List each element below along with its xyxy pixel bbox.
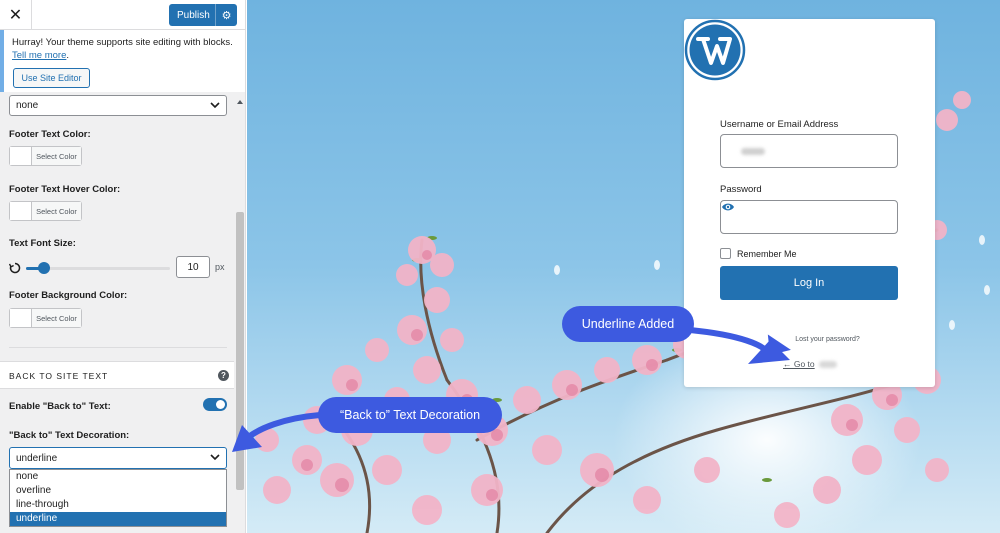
font-size-label: Text Font Size:: [9, 238, 76, 249]
decoration-option-line-through[interactable]: line-through: [10, 498, 226, 512]
footer-text-color-label: Footer Text Color:: [9, 129, 91, 140]
login-card: Username or Email Address Password Remem…: [684, 19, 935, 387]
remember-me-checkbox[interactable]: [720, 248, 731, 259]
select-color-label: Select Color: [32, 309, 81, 327]
decoration-select-value: underline: [16, 452, 58, 464]
decoration-select[interactable]: underline: [9, 447, 227, 469]
color-swatch: [10, 309, 32, 327]
username-input[interactable]: [720, 134, 898, 168]
footer-text-color-button[interactable]: Select Color: [9, 146, 82, 166]
top-select-value: none: [16, 100, 39, 111]
username-label: Username or Email Address: [720, 119, 839, 130]
site-editing-notice: Hurray! Your theme supports site editing…: [0, 30, 245, 92]
blurred-username: [741, 148, 765, 155]
chevron-down-icon: [210, 102, 220, 109]
customizer-sidebar: ✕ Publish ⚙ Hurray! Your theme supports …: [0, 0, 246, 533]
top-select[interactable]: none: [9, 95, 227, 116]
enable-back-to-toggle[interactable]: [203, 398, 227, 411]
footer-background-color-button[interactable]: Select Color: [9, 308, 82, 328]
remember-me-label: Remember Me: [737, 249, 797, 259]
enable-back-to-label: Enable "Back to" Text:: [9, 401, 111, 412]
footer-background-color-label: Footer Background Color:: [9, 290, 128, 301]
font-size-slider-thumb[interactable]: [38, 262, 51, 274]
reset-icon[interactable]: [9, 262, 21, 274]
close-icon[interactable]: ✕: [0, 0, 32, 30]
customizer-screen: ✕ Publish ⚙ Hurray! Your theme supports …: [0, 0, 1000, 533]
password-input[interactable]: [720, 200, 898, 234]
publish-button[interactable]: Publish ⚙: [169, 4, 237, 26]
decoration-dropdown-list: none overline line-through underline: [9, 469, 227, 527]
toggle-knob: [216, 400, 225, 409]
back-to-site-section-header: BACK TO SITE TEXT ?: [0, 361, 234, 389]
notice-link-suffix: .: [66, 50, 70, 61]
section-title: BACK TO SITE TEXT: [9, 371, 109, 381]
color-swatch: [10, 147, 32, 165]
sidebar-scroll-thumb[interactable]: [236, 212, 244, 490]
select-color-label: Select Color: [32, 202, 81, 220]
underline-added-callout: Underline Added: [562, 306, 694, 342]
notice-text: Hurray! Your theme supports site editing…: [12, 37, 233, 48]
decoration-callout: “Back to” Text Decoration: [318, 397, 502, 433]
decoration-option-none[interactable]: none: [10, 470, 226, 484]
customizer-topbar: ✕ Publish ⚙: [0, 0, 245, 30]
footer-text-hover-color-label: Footer Text Hover Color:: [9, 184, 121, 195]
color-swatch: [10, 202, 32, 220]
eye-icon[interactable]: [721, 201, 735, 213]
font-size-input[interactable]: [176, 256, 210, 278]
password-label: Password: [720, 184, 762, 195]
decoration-option-overline[interactable]: overline: [10, 484, 226, 498]
site-preview: Username or Email Address Password Remem…: [247, 0, 1000, 533]
go-to-site-link[interactable]: ← Go to: [783, 359, 815, 369]
section-divider: [9, 347, 227, 348]
help-icon[interactable]: ?: [218, 370, 229, 381]
footer-text-hover-color-button[interactable]: Select Color: [9, 201, 82, 221]
chevron-down-icon: [210, 454, 220, 461]
tell-me-more-link[interactable]: Tell me more: [12, 50, 66, 61]
select-color-label: Select Color: [32, 147, 81, 165]
log-in-button[interactable]: Log In: [720, 266, 898, 300]
use-site-editor-button[interactable]: Use Site Editor: [13, 68, 90, 88]
wordpress-logo-icon: [684, 19, 746, 81]
publish-label: Publish: [177, 9, 210, 21]
blurred-site-name: [819, 361, 837, 368]
decoration-option-underline[interactable]: underline: [10, 512, 226, 526]
decoration-label: "Back to" Text Decoration:: [9, 430, 130, 441]
gear-icon[interactable]: ⚙: [216, 9, 237, 22]
scroll-up-arrow-icon[interactable]: [237, 100, 243, 104]
lost-password-link[interactable]: Lost your password?: [684, 336, 935, 343]
font-size-unit: px: [215, 262, 225, 272]
